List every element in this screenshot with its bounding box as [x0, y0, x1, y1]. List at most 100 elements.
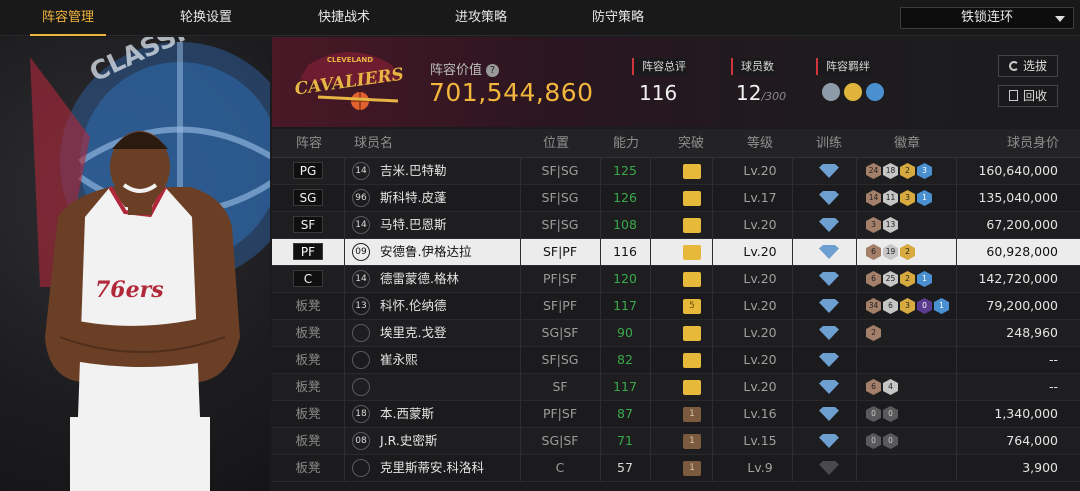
tab-defense[interactable]: 防守策略 [584, 0, 652, 36]
tab-offense[interactable]: 进攻策略 [447, 0, 515, 36]
player-position: SF|PF [542, 244, 578, 259]
crown-icon[interactable] [683, 272, 701, 287]
col-ability[interactable]: 能力 [613, 129, 639, 158]
player-name[interactable]: 斯科特.皮蓬 [380, 185, 446, 211]
crown-icon[interactable]: 5 [683, 299, 701, 314]
badge-list[interactable]: 00 [866, 401, 898, 422]
player-name[interactable]: 吉米.巴特勒 [380, 158, 446, 184]
training-icon[interactable] [819, 461, 839, 475]
slot-cell[interactable]: C [272, 266, 344, 292]
col-name[interactable]: 球员名 [354, 129, 393, 158]
strategy-select[interactable]: 铁锁连环 [900, 7, 1074, 29]
table-row[interactable]: C 14 德雷蒙德.格林 PF|SF 120 Lv.20 6 25 2 1 142,720,000 [272, 266, 1080, 293]
column-divider [712, 428, 713, 454]
col-training[interactable]: 训练 [816, 129, 842, 158]
help-icon[interactable]: ? [486, 64, 500, 77]
crown-icon[interactable] [683, 218, 701, 233]
crown-icon[interactable] [683, 326, 701, 341]
slot-cell[interactable]: 板凳 [272, 428, 344, 454]
slot-cell[interactable]: PF [272, 239, 344, 265]
column-divider [856, 455, 857, 481]
col-level[interactable]: 等级 [747, 129, 773, 158]
pick-button[interactable]: 选拔 [998, 55, 1058, 77]
player-position: SG|SF [541, 433, 579, 448]
table-row[interactable]: 板凳 埃里克.戈登 SG|SF 90 Lv.20 2 248,960 [272, 320, 1080, 347]
crown-icon[interactable] [683, 380, 701, 395]
crown-icon[interactable] [683, 245, 701, 260]
badge-list[interactable]: 6 25 2 1 [866, 266, 932, 287]
player-name[interactable]: 科怀.伦纳德 [380, 293, 446, 319]
crown-icon[interactable]: 1 [683, 434, 701, 449]
badge-list[interactable]: 6 19 2 [866, 239, 915, 260]
col-slot[interactable]: 阵容 [296, 129, 322, 158]
player-name[interactable]: 本.西蒙斯 [380, 401, 434, 427]
slot-cell[interactable]: 板凳 [272, 401, 344, 427]
training-icon[interactable] [819, 164, 839, 178]
player-name[interactable]: 崔永熙 [380, 347, 418, 373]
table-row[interactable]: SG 96 斯科特.皮蓬 SF|SG 126 Lv.17 14 11 3 1 135,040,000 [272, 185, 1080, 212]
slot-cell[interactable]: SF [272, 212, 344, 238]
col-position[interactable]: 位置 [543, 129, 569, 158]
player-name[interactable]: 德雷蒙德.格林 [380, 266, 459, 292]
slot-cell[interactable]: 板凳 [272, 374, 344, 400]
player-name[interactable]: 埃里克.戈登 [380, 320, 446, 346]
slot-cell[interactable]: 板凳 [272, 320, 344, 346]
badge-list[interactable]: 00 [866, 428, 898, 449]
badge-list[interactable]: 3 13 [866, 212, 898, 233]
table-row[interactable]: PG 14 吉米.巴特勒 SF|SG 125 Lv.20 24 18 2 3 160,640,000 [272, 158, 1080, 185]
badge-icon: 2 [900, 271, 915, 287]
badge-list[interactable]: 14 11 3 1 [866, 185, 932, 206]
player-worth: 142,720,000 [978, 271, 1058, 286]
player-worth: 764,000 [1006, 433, 1058, 448]
training-icon[interactable] [819, 326, 839, 340]
recycle-button[interactable]: 回收 [998, 85, 1058, 107]
player-name[interactable]: 克里斯蒂安.科洛科 [380, 455, 484, 481]
col-breakthrough[interactable]: 突破 [678, 129, 704, 158]
player-name[interactable]: J.R.史密斯 [380, 428, 437, 454]
column-divider [856, 320, 857, 346]
crown-icon[interactable] [683, 353, 701, 368]
bond-icons[interactable] [822, 83, 884, 101]
col-badges[interactable]: 徽章 [894, 129, 920, 158]
training-icon[interactable] [819, 299, 839, 313]
tab-rotation[interactable]: 轮换设置 [172, 0, 240, 36]
table-row[interactable]: 板凳 13 科怀.伦纳德 SF|PF 117 5 Lv.20 34 6 3 0 1 79,200,000 [272, 293, 1080, 320]
table-row[interactable]: 板凳 崔永熙 SF|SG 82 Lv.20 -- [272, 347, 1080, 374]
pick-button-label: 选拔 [1022, 59, 1047, 73]
slot-cell[interactable]: 板凳 [272, 347, 344, 373]
slot-cell[interactable]: 板凳 [272, 455, 344, 481]
badge-icon: 6 [866, 244, 881, 260]
table-row[interactable]: SF 14 马特.巴恩斯 SF|SG 108 Lv.20 3 13 67,200,000 [272, 212, 1080, 239]
crown-icon[interactable]: 1 [683, 407, 701, 422]
tab-quick-tactics[interactable]: 快捷战术 [310, 0, 378, 36]
crown-icon[interactable]: 1 [683, 461, 701, 476]
badge-list[interactable]: 2 [866, 320, 881, 341]
badge-list[interactable]: 34 6 3 0 1 [866, 293, 949, 314]
player-name[interactable]: 安德鲁.伊格达拉 [380, 239, 471, 265]
player-worth: 3,900 [1022, 460, 1058, 475]
training-icon[interactable] [819, 380, 839, 394]
slot-cell[interactable]: 板凳 [272, 293, 344, 319]
table-row[interactable]: 板凳 18 本.西蒙斯 PF|SF 87 1 Lv.16 0 0 1,340,000 [272, 401, 1080, 428]
document-icon [1008, 90, 1018, 101]
training-icon[interactable] [819, 407, 839, 421]
table-row[interactable]: PF 09 安德鲁.伊格达拉 SF|PF 116 Lv.20 6 19 2 60,928,000 [272, 239, 1080, 266]
training-icon[interactable] [819, 434, 839, 448]
table-row[interactable]: 板凳 SF 117 Lv.20 6 4 -- [272, 374, 1080, 401]
training-icon[interactable] [819, 272, 839, 286]
slot-cell[interactable]: PG [272, 158, 344, 184]
training-icon[interactable] [819, 245, 839, 259]
training-icon[interactable] [819, 353, 839, 367]
table-row[interactable]: 板凳 克里斯蒂安.科洛科 C 57 1 Lv.9 3,900 [272, 455, 1080, 482]
training-icon[interactable] [819, 191, 839, 205]
crown-icon[interactable] [683, 164, 701, 179]
crown-icon[interactable] [683, 191, 701, 206]
player-name[interactable]: 马特.巴恩斯 [380, 212, 446, 238]
tab-lineup[interactable]: 阵容管理 [30, 0, 106, 36]
table-row[interactable]: 板凳 08 J.R.史密斯 SG|SF 71 1 Lv.15 0 0 764,000 [272, 428, 1080, 455]
col-worth[interactable]: 球员身价 [1007, 129, 1059, 158]
badge-list[interactable]: 24 18 2 3 [866, 158, 932, 179]
badge-list[interactable]: 64 [866, 374, 898, 395]
training-icon[interactable] [819, 218, 839, 232]
slot-cell[interactable]: SG [272, 185, 344, 211]
